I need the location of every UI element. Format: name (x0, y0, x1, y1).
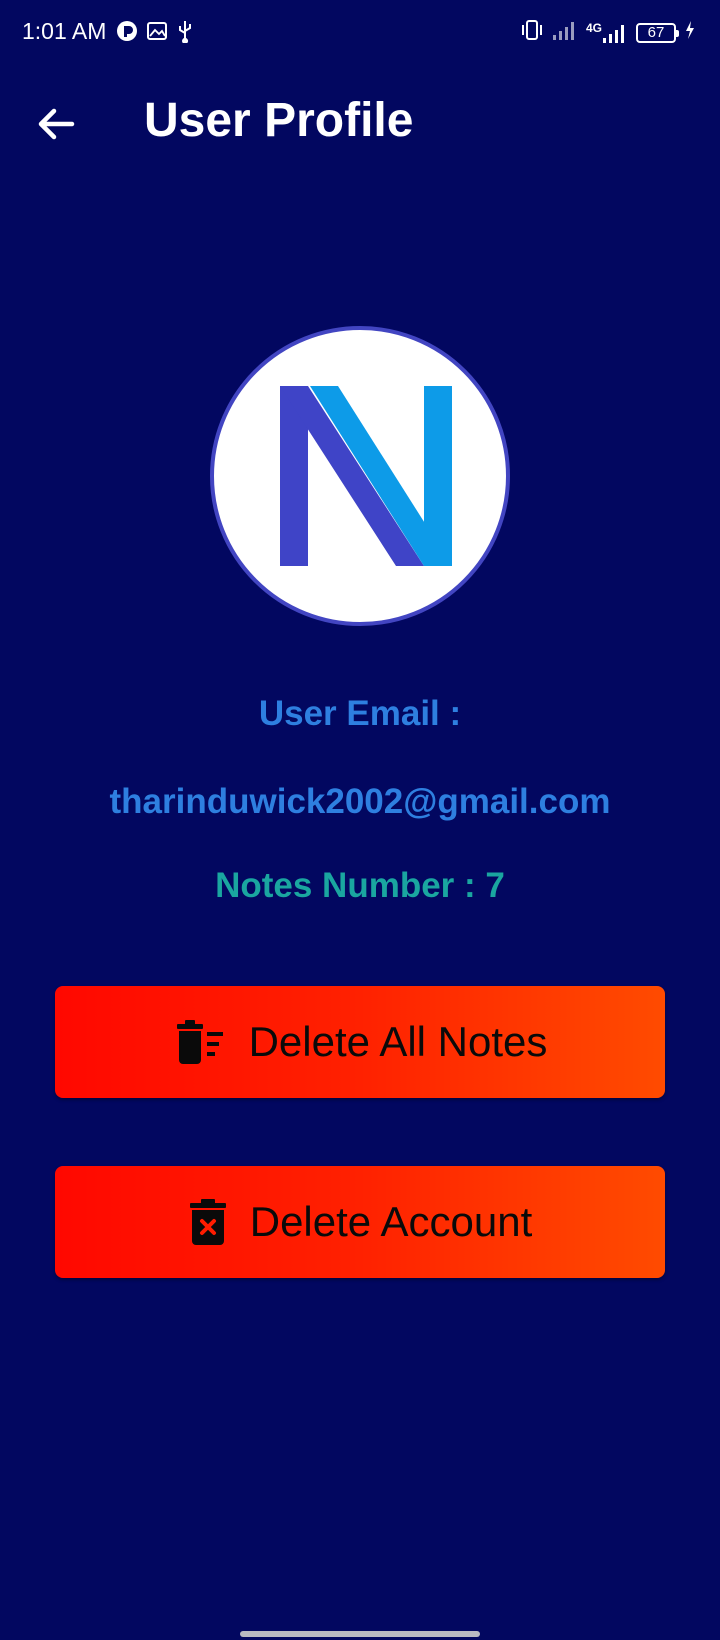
delete-all-notes-label: Delete All Notes (248, 1018, 548, 1065)
app-logo (280, 386, 452, 566)
app-bar: User Profile (0, 80, 720, 162)
home-indicator[interactable] (240, 1631, 480, 1637)
battery-icon: 67 (636, 22, 679, 43)
delete-all-notes-button[interactable]: Delete All Notes (55, 986, 665, 1098)
status-time: 1:01 AM (22, 18, 107, 44)
notes-count: 7 (485, 866, 505, 905)
arrow-back-icon (38, 108, 75, 140)
notes-number: Notes Number : 7 (0, 866, 720, 906)
status-right-icons: 4G 67 (520, 19, 696, 46)
status-left-icons (116, 19, 194, 48)
delete-account-button[interactable]: Delete Account (55, 1166, 665, 1278)
signal-icon (552, 19, 578, 46)
network-type: 4G (585, 20, 602, 35)
email-value: tharinduwick2002@gmail.com (109, 782, 611, 821)
notification-app-icon (116, 20, 138, 47)
delete-account-label: Delete Account (249, 1198, 533, 1245)
notes-label: Notes Number : (215, 866, 476, 905)
delete-sweep-icon (176, 1020, 223, 1064)
email-label: User Email : (258, 694, 462, 733)
charging-icon (684, 20, 696, 45)
image-icon (146, 20, 168, 47)
vibrate-icon (520, 19, 544, 46)
status-bar: 1:01 AM 4G 67 (0, 0, 720, 68)
avatar (210, 326, 510, 626)
page-title: User Profile (144, 94, 414, 147)
usb-icon (176, 19, 194, 48)
delete-forever-icon (189, 1199, 226, 1245)
signal-4g-icon: 4G (586, 22, 628, 44)
back-button[interactable] (26, 94, 86, 154)
